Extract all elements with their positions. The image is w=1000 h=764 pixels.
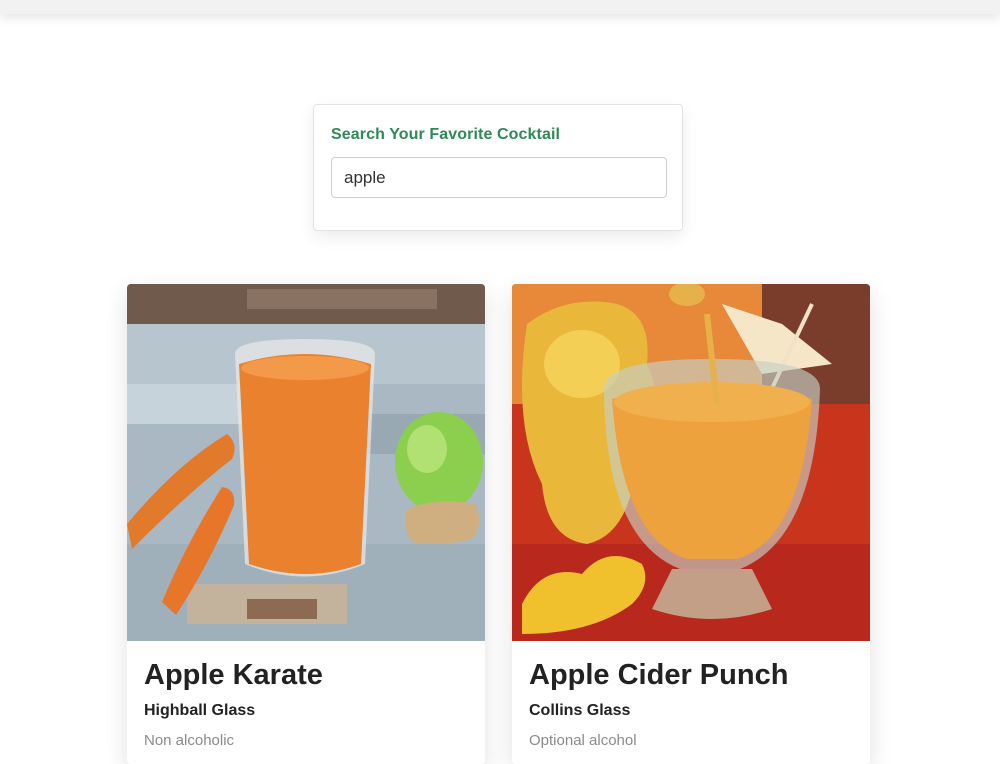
cocktail-card-apple-cider-punch[interactable]: Apple Cider Punch Collins Glass Optional…	[512, 284, 870, 764]
cocktail-type: Optional alcohol	[529, 732, 637, 749]
cocktail-image[interactable]	[512, 284, 870, 641]
card-body: Apple Cider Punch Collins Glass Optional…	[512, 641, 870, 749]
search-label: Search Your Favorite Cocktail	[331, 126, 561, 143]
cocktail-name[interactable]: Apple Cider Punch	[529, 641, 853, 692]
cocktail-image[interactable]	[127, 284, 485, 641]
card-body: Apple Karate Highball Glass Non alcoholi…	[127, 641, 485, 749]
cocktail-glass: Highball Glass	[144, 702, 256, 719]
cocktail-glass: Collins Glass	[529, 702, 631, 719]
cocktail-type: Non alcoholic	[144, 732, 235, 749]
search-form: Search Your Favorite Cocktail	[313, 104, 683, 231]
cocktail-card-apple-karate[interactable]: Apple Karate Highball Glass Non alcoholi…	[127, 284, 485, 764]
search-input[interactable]	[331, 157, 667, 198]
cocktail-name[interactable]: Apple Karate	[144, 641, 468, 692]
top-navbar	[0, 0, 1000, 14]
